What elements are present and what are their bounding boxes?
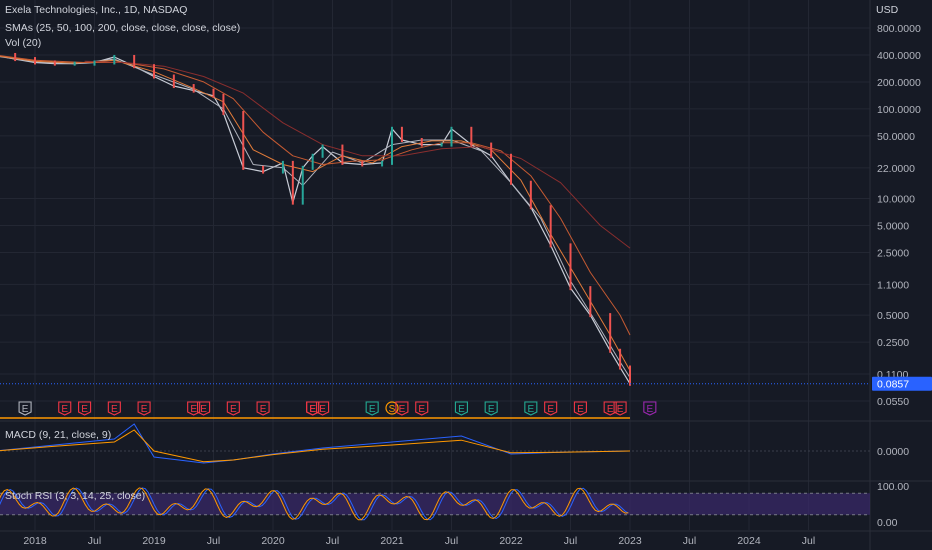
x-tick-label: 2022 — [499, 535, 523, 547]
y-tick-label: 22.0000 — [877, 163, 915, 175]
event-marker-label: E — [399, 404, 406, 415]
x-tick-label: Jul — [802, 535, 815, 547]
event-marker-label: E — [230, 404, 237, 415]
y-tick-label: 0.5000 — [877, 310, 909, 322]
event-marker-label: E — [200, 404, 207, 415]
current-price-label: 0.0857 — [877, 379, 909, 391]
x-tick-label: 2021 — [380, 535, 404, 547]
stoch-y-tick-label: 100.00 — [877, 481, 909, 493]
event-marker-label: E — [190, 404, 197, 415]
event-marker-label: E — [319, 404, 326, 415]
macd-y-tick-label: 0.0000 — [877, 446, 909, 458]
x-tick-label: 2020 — [261, 535, 285, 547]
event-marker-label: E — [607, 404, 614, 415]
sma-legend[interactable]: SMAs (25, 50, 100, 200, close, close, cl… — [5, 22, 240, 34]
event-marker-label: E — [488, 404, 495, 415]
event-marker-label: E — [111, 404, 118, 415]
y-tick-label: 100.0000 — [877, 104, 921, 116]
y-tick-label: 2.5000 — [877, 247, 909, 259]
chart-title: Exela Technologies, Inc., 1D, NASDAQ — [5, 4, 188, 16]
y-tick-label: 50.0000 — [877, 131, 915, 143]
y-tick-label: 1.1000 — [877, 279, 909, 291]
y-tick-label: 800.0000 — [877, 23, 921, 35]
x-tick-label: 2023 — [618, 535, 642, 547]
x-tick-label: Jul — [326, 535, 339, 547]
event-marker-label: E — [369, 404, 376, 415]
y-tick-label: 400.0000 — [877, 50, 921, 62]
chart-canvas[interactable]: 800.0000 400.0000 200.0000 100.0000 50.0000 2… — [0, 0, 932, 550]
stoch-y-tick-label: 0.00 — [877, 517, 898, 529]
y-tick-label: 0.0550 — [877, 396, 909, 408]
y-tick-label: 0.2500 — [877, 337, 909, 349]
event-marker-label: E — [81, 404, 88, 415]
event-marker-label: E — [458, 404, 465, 415]
event-marker-label: E — [61, 404, 68, 415]
event-marker-label: E — [646, 404, 653, 415]
chart-background — [0, 0, 932, 550]
event-marker-label: E — [260, 404, 267, 415]
volume-legend[interactable]: Vol (20) — [5, 37, 41, 49]
event-marker-label: E — [309, 404, 316, 415]
y-tick-label: 200.0000 — [877, 77, 921, 89]
event-marker-label: E — [22, 404, 29, 415]
event-marker-label: E — [547, 404, 554, 415]
event-marker-label: E — [141, 404, 148, 415]
x-tick-label: 2019 — [142, 535, 166, 547]
currency-label: USD — [876, 4, 899, 16]
y-tick-label: 10.0000 — [877, 194, 915, 206]
x-tick-label: 2018 — [23, 535, 47, 547]
y-tick-label: 5.0000 — [877, 220, 909, 232]
x-tick-label: Jul — [207, 535, 220, 547]
stoch-rsi-legend[interactable]: Stoch RSI (3, 3, 14, 25, close) — [5, 490, 145, 502]
x-tick-label: Jul — [683, 535, 696, 547]
event-marker-label: E — [418, 404, 425, 415]
event-marker-label: S — [389, 404, 396, 415]
x-tick-label: Jul — [88, 535, 101, 547]
x-tick-label: Jul — [564, 535, 577, 547]
x-tick-label: Jul — [445, 535, 458, 547]
macd-legend[interactable]: MACD (9, 21, close, 9) — [5, 429, 111, 441]
event-marker-label: E — [617, 404, 624, 415]
event-marker-label: E — [527, 404, 534, 415]
event-marker-label: E — [577, 404, 584, 415]
x-tick-label: 2024 — [737, 535, 761, 547]
